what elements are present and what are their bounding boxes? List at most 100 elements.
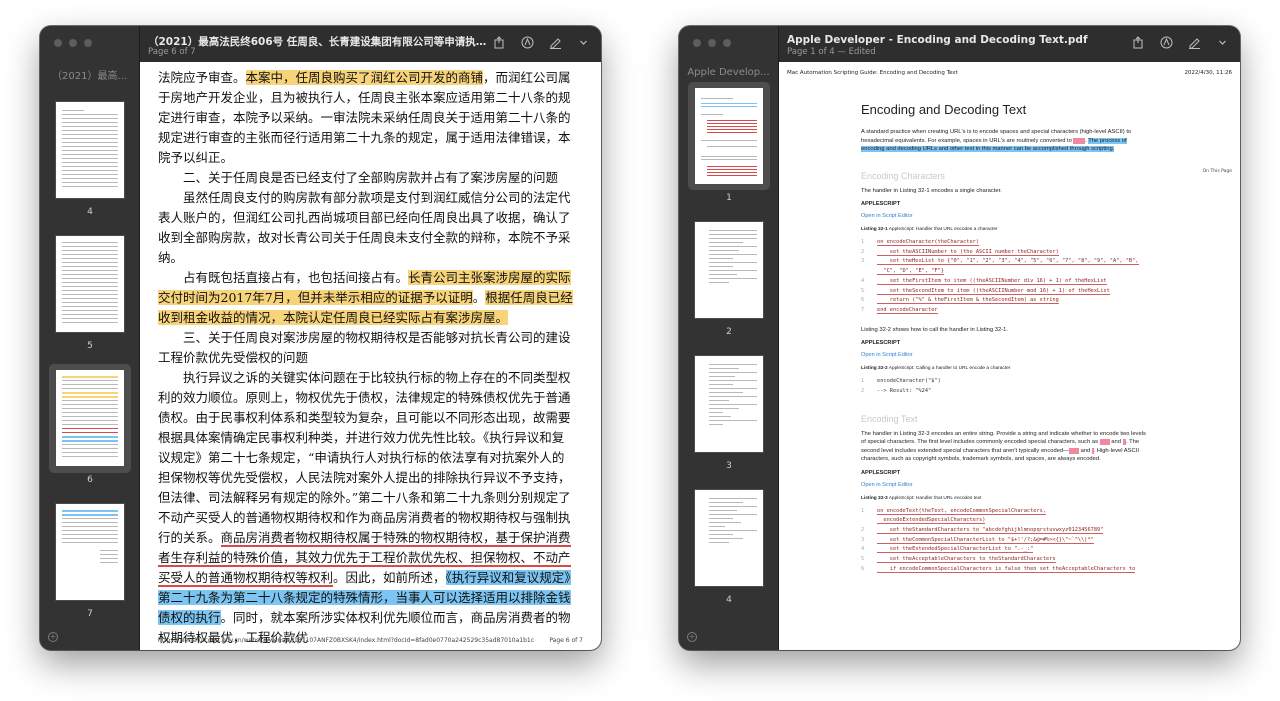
toolbar	[1131, 36, 1230, 51]
markup-icon[interactable]	[1159, 36, 1174, 51]
line-number: 3	[861, 258, 865, 265]
code-text: set theASCIINumber to (the ASCII number …	[877, 248, 1059, 256]
listing-caption: Listing 32-3 AppleScript: Handler that U…	[861, 495, 982, 501]
preview-window-right: Apple Develop... 1 2 3 4 + Apple Develop…	[679, 26, 1240, 650]
footer-url: https://wenshu.court.gov.cn/website/wens…	[158, 637, 535, 644]
section-heading: Encoding Text	[861, 413, 918, 424]
line-number: 4	[861, 546, 865, 553]
line-number: 3	[861, 536, 865, 543]
language-label: APPLESCRIPT	[861, 201, 901, 207]
line-number: 2	[861, 387, 865, 394]
on-this-page-link[interactable]: On This Page	[1203, 169, 1232, 174]
code-text: encodeCharacter("$")	[877, 378, 941, 385]
code-line: 5 set theSecondItem to item ((theASCIINu…	[861, 287, 1150, 297]
code-text: "C", "D", "E", "F"}	[877, 268, 944, 276]
close-window-button[interactable]	[54, 39, 62, 47]
section-paragraph: The handler in Listing 32-1 encodes a si…	[861, 187, 1002, 194]
paragraph: 法院应予审查。本案中，任周良购买了润红公司开发的商铺，而润红公司属于房地产开发企…	[158, 68, 575, 168]
page-thumbnail-4[interactable]	[694, 489, 764, 587]
thumbnail-sidebar: Apple Develop... 1 2 3 4 +	[679, 26, 779, 650]
open-in-script-editor-link[interactable]: Open in Script Editor	[861, 482, 1150, 488]
code-text: set theCommonSpecialCharacterList to "$+…	[877, 536, 1094, 544]
pen-icon[interactable]	[548, 36, 563, 51]
page-thumbnail-2[interactable]	[694, 221, 764, 319]
line-number: 2	[861, 248, 865, 255]
page-thumbnail-6[interactable]	[55, 369, 125, 467]
pen-icon[interactable]	[1187, 36, 1202, 51]
open-in-script-editor-link[interactable]: Open in Script Editor	[861, 213, 1150, 219]
share-icon[interactable]	[492, 36, 507, 51]
minimize-window-button[interactable]	[69, 39, 77, 47]
line-number: 2	[861, 526, 865, 533]
open-in-script-editor-link[interactable]: Open in Script Editor	[861, 352, 1150, 358]
markup-icon[interactable]	[520, 36, 535, 51]
paragraph: 虽然任周良支付的购房款有部分款项是支付到润红威信分公司的法定代表人账户的，但润红…	[158, 188, 575, 268]
code-listing: 1 encodeCharacter("$") 2 --> Result: "%24"	[861, 377, 1150, 396]
code-line: 3 set theHexList to {"0", "1", "2", "3",…	[861, 257, 1150, 267]
code-text: return ("%" & theFirstItem & theSecondIt…	[877, 297, 1059, 305]
minimize-window-button[interactable]	[708, 39, 716, 47]
code-text: end encodeCharacter	[877, 306, 938, 314]
highlight-yellow: 本案中，任周良购买了润红公司开发的商铺	[245, 70, 484, 85]
preview-window-left: （2021）最高... 4 5 6 7 + （2021）最高法民终606号 任周…	[40, 26, 601, 650]
add-icon[interactable]: +	[48, 632, 58, 642]
zoom-window-button[interactable]	[723, 39, 731, 47]
intro-paragraph: A standard practice when creating URL's …	[861, 129, 1132, 152]
footer-page-number: Page 6 of 7	[549, 637, 583, 644]
listing-caption: Listing 32-2 AppleScript: Calling a hand…	[861, 366, 1011, 372]
title-bar: Apple Developer - Encoding and Decoding …	[779, 26, 1240, 62]
code-line: 4 set theFirstItem to item ((theASCIINum…	[861, 277, 1150, 287]
code-line: 4 set theExtendedSpecialCharacterList to…	[861, 545, 1150, 555]
toolbar	[492, 36, 591, 51]
code-line: 7 end encodeCharacter	[861, 306, 1150, 316]
page-thumbnail-5[interactable]	[55, 235, 125, 333]
language-label: APPLESCRIPT	[861, 340, 901, 347]
code-text: set theHexList to {"0", "1", "2", "3", "…	[877, 258, 1139, 266]
code-listing: 1 on encodeText(theText, encodeCommonSpec…	[861, 507, 1150, 575]
zoom-window-button[interactable]	[84, 39, 92, 47]
share-icon[interactable]	[1131, 36, 1146, 51]
section-paragraph: Listing 32-2 shows how to call the handl…	[861, 326, 1008, 333]
chevron-down-icon[interactable]	[576, 36, 591, 51]
paragraph: 三、关于任周良对案涉房屋的物权期待权是否能够对抗长青公司的建设工程价款优先受偿权…	[158, 328, 575, 368]
text-run: 虽然任周良支付的购房款有部分款项是支付到润红威信分公司的法定代表人账户的，但润红…	[158, 190, 571, 265]
listing-caption: Listing 32-1 AppleScript: Handler that U…	[861, 227, 998, 232]
line-number: 1	[861, 239, 865, 245]
line-number: 7	[861, 306, 865, 313]
close-window-button[interactable]	[693, 39, 701, 47]
page-indicator: Page 6 of 7	[148, 47, 196, 57]
thumbnail-sidebar: （2021）最高... 4 5 6 7 +	[40, 26, 140, 650]
add-icon[interactable]: +	[687, 632, 697, 642]
chevron-down-icon[interactable]	[1215, 36, 1230, 51]
code-line: 1 on encodeCharacter(theCharacter)	[861, 238, 1150, 248]
sidebar-title: Apple Develop...	[687, 67, 770, 78]
text-run: 。	[472, 290, 486, 305]
line-number: 6	[861, 297, 865, 304]
code-line: 2 set theStandardCharacters to "abcdefgh…	[861, 526, 1150, 536]
thumbnail-number: 2	[726, 327, 732, 337]
line-number: 6	[861, 565, 865, 572]
page-thumbnail-4[interactable]	[55, 101, 125, 199]
title-bar: （2021）最高法民终606号 任周良、长青建设集团有限公司等申请执行人执行..…	[140, 26, 601, 62]
page-thumbnail-3[interactable]	[694, 355, 764, 453]
code-text: set theStandardCharacters to "abcdefghij…	[877, 526, 1104, 534]
page-footer: https://wenshu.court.gov.cn/website/wens…	[158, 637, 583, 644]
thumbnail-number: 3	[726, 461, 732, 471]
page-indicator: Page 1 of 4 — Edited	[787, 47, 876, 57]
page-thumbnail-1[interactable]	[694, 87, 764, 185]
document-text: 法院应予审查。本案中，任周良购买了润红公司开发的商铺，而润红公司属于房地产开发企…	[158, 68, 575, 648]
code-line: 1 encodeCharacter("$")	[861, 377, 1150, 387]
line-number: 1	[861, 507, 865, 514]
code-text: encodeExtendedSpecialCharacters)	[877, 517, 986, 525]
document-page: Mac Automation Scripting Guide: Encoding…	[779, 62, 1240, 650]
code-line: 1 on encodeText(theText, encodeCommonSpec…	[861, 507, 1150, 517]
sidebar-title: （2021）最高...	[52, 71, 127, 82]
article-body: Encoding and Decoding Text A standard pr…	[861, 102, 1150, 584]
page-thumbnail-7[interactable]	[55, 503, 125, 601]
line-number: 5	[861, 287, 865, 294]
page-header: Mac Automation Scripting Guide: Encoding…	[787, 70, 1232, 76]
document-title: （2021）最高法民终606号 任周良、长青建设集团有限公司等申请执行人执行..…	[148, 36, 488, 48]
text-run: 。因此，如前所述，	[333, 570, 446, 585]
window-controls	[54, 39, 92, 47]
header-timestamp: 2022/4/30, 11:26	[1184, 70, 1232, 76]
